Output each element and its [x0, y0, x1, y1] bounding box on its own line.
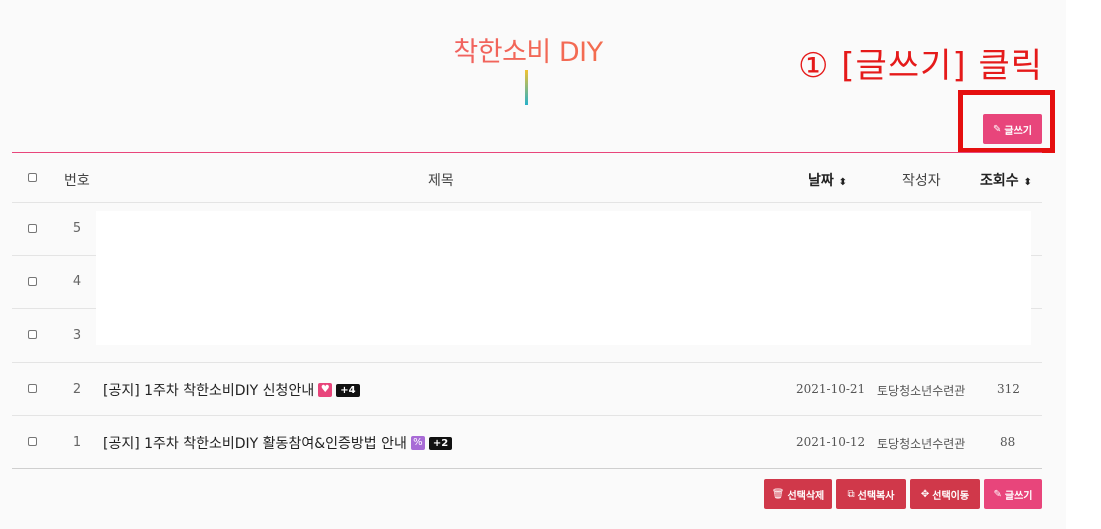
row-number: 4	[72, 274, 82, 289]
copy-selected-label: 선택복사	[857, 490, 895, 502]
post-title: [공지] 1주차 착한소비DIY 활동참여&인증방법 안내	[103, 436, 407, 452]
post-link[interactable]: [공지] 1주차 착한소비DIY 활동참여&인증방법 안내 % +2	[103, 433, 453, 453]
pencil-icon: ✎	[993, 488, 1002, 500]
row-checkbox[interactable]	[28, 330, 37, 339]
row-checkbox[interactable]	[28, 224, 37, 233]
header-views: 조회수	[980, 173, 1019, 189]
comment-count-badge: +4	[336, 383, 360, 397]
select-all-checkbox[interactable]	[28, 173, 37, 182]
copy-selected-button[interactable]: ⧉ 선택복사	[836, 479, 906, 509]
post-date: 2021-10-21	[796, 382, 866, 396]
row-divider	[12, 362, 1042, 363]
copy-icon: ⧉	[847, 488, 855, 500]
header-number: 번호	[64, 173, 90, 189]
post-author: 토당청소년수련관	[877, 437, 966, 451]
sort-icon: ⬍	[1023, 177, 1032, 188]
heart-icon: ♥	[318, 383, 333, 397]
comment-count-badge: +2	[428, 436, 453, 450]
row-number: 1	[72, 435, 82, 450]
table-top-rule	[12, 152, 1042, 153]
row-checkbox[interactable]	[28, 384, 37, 393]
post-link[interactable]: [공지] 1주차 착한소비DIY 신청안내 ♥ +4	[103, 380, 360, 400]
move-selected-button[interactable]: ✥ 선택이동	[910, 479, 980, 509]
write-button-label: 글쓰기	[1004, 490, 1033, 502]
move-selected-label: 선택이동	[932, 490, 970, 502]
header-author: 작성자	[902, 173, 941, 189]
row-divider	[12, 415, 1042, 416]
board-container: 착한소비 DIY ① [글쓰기] 클릭 ✎ 글쓰기 번호 제목 날짜 ⬍ 작성자…	[0, 0, 1066, 529]
write-button-top[interactable]: ✎ 글쓰기	[983, 114, 1042, 144]
row-checkbox[interactable]	[28, 437, 37, 446]
write-button-label: 글쓰기	[1004, 125, 1032, 137]
title-accent-bar	[525, 70, 528, 105]
write-button-bottom[interactable]: ✎ 글쓰기	[984, 479, 1042, 509]
header-date-sort[interactable]: 날짜 ⬍	[808, 170, 847, 190]
delete-selected-label: 선택삭제	[787, 490, 825, 502]
header-subject: 제목	[428, 173, 454, 189]
post-date: 2021-10-12	[796, 435, 866, 449]
row-checkbox[interactable]	[28, 277, 37, 286]
instruction-annotation: ① [글쓰기] 클릭	[798, 46, 1044, 86]
move-icon: ✥	[920, 488, 930, 500]
post-author: 토당청소년수련관	[877, 384, 966, 398]
delete-selected-button[interactable]: 🗑 선택삭제	[764, 479, 832, 509]
redacted-area	[96, 211, 1031, 345]
post-views: 88	[1000, 435, 1016, 449]
row-divider	[12, 202, 1042, 203]
pencil-icon: ✎	[993, 123, 1002, 135]
post-views: 312	[997, 382, 1020, 396]
row-number: 2	[72, 382, 82, 397]
table-bottom-rule	[12, 468, 1042, 469]
header-date: 날짜	[808, 173, 834, 189]
sort-icon: ⬍	[838, 177, 848, 188]
link-icon: %	[410, 436, 425, 450]
post-title: [공지] 1주차 착한소비DIY 신청안내	[103, 383, 315, 399]
row-number: 5	[72, 221, 82, 236]
row-number: 3	[72, 328, 82, 343]
header-views-sort[interactable]: 조회수 ⬍	[980, 170, 1032, 190]
trash-icon: 🗑	[771, 488, 785, 500]
